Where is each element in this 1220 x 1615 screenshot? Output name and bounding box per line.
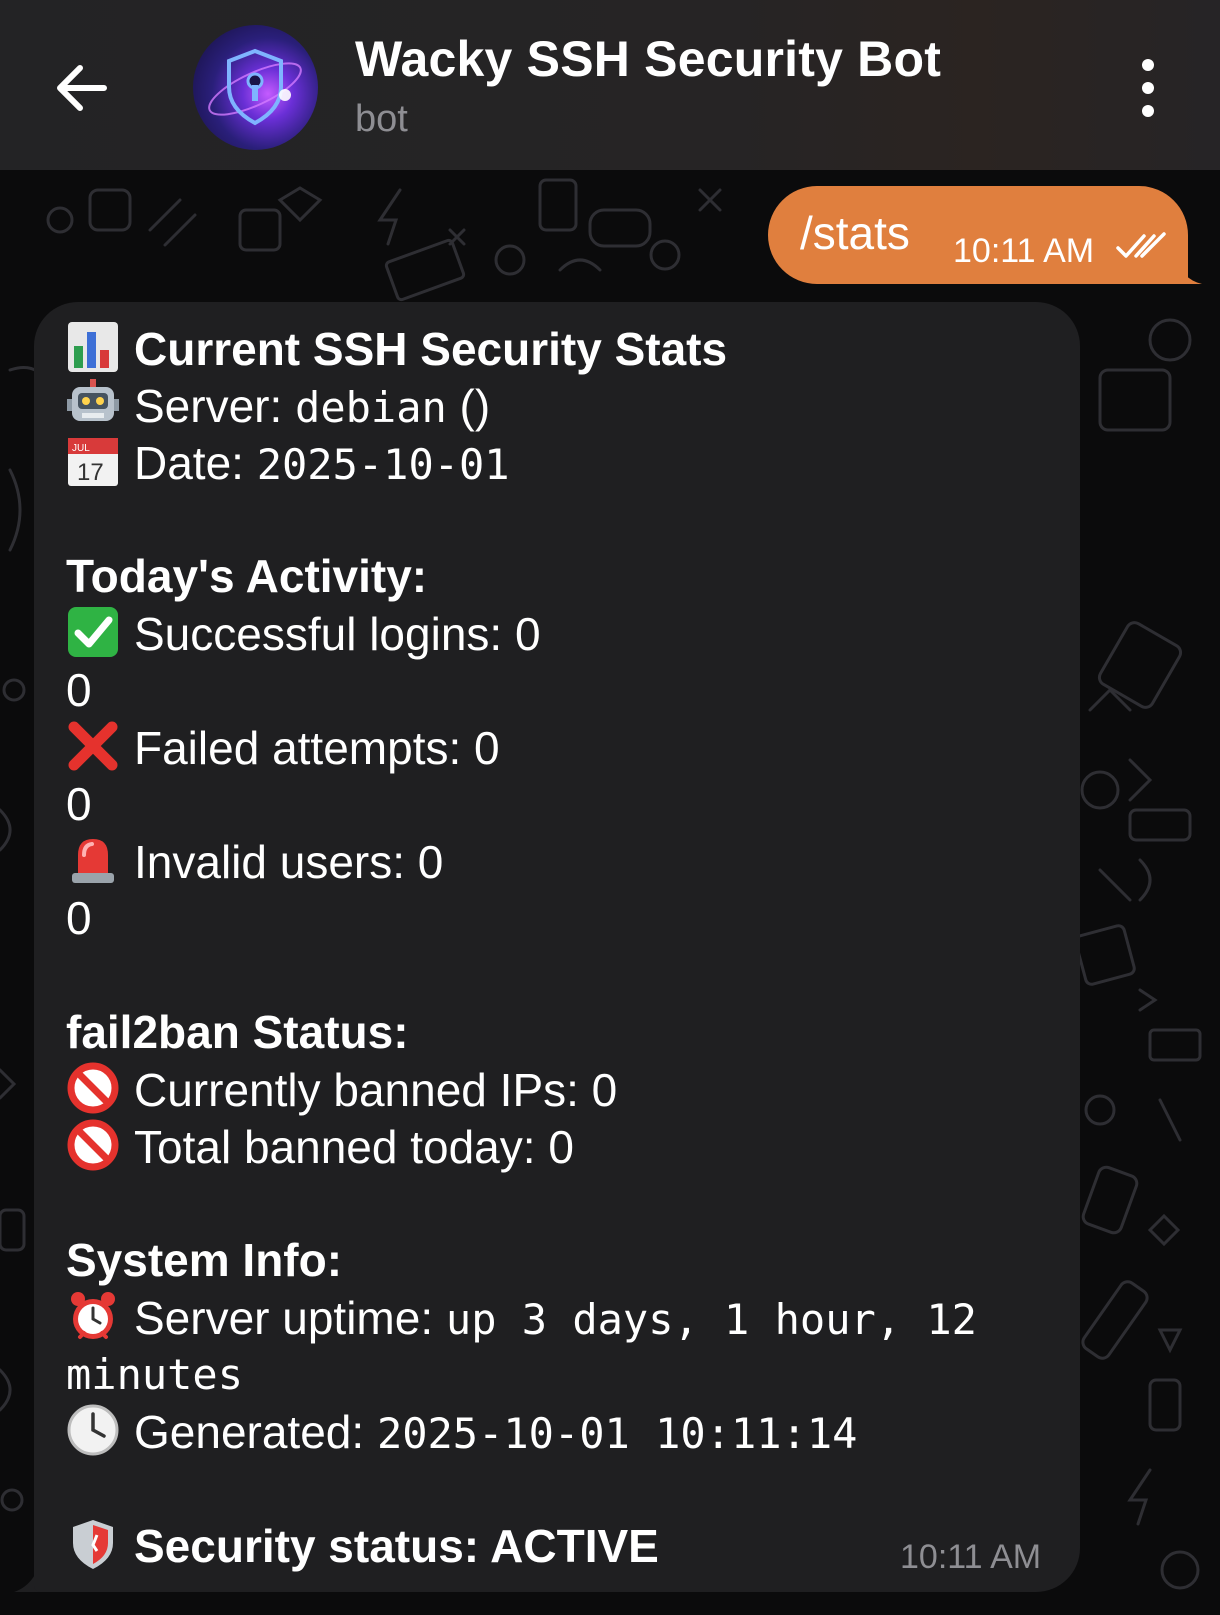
- uptime-line: Server uptime: up 3 days, 1 hour, 12: [66, 1289, 1066, 1346]
- siren-light-icon: [72, 839, 114, 883]
- robot-icon: [67, 379, 119, 421]
- stats-title: Current SSH Security Stats: [134, 323, 728, 375]
- invalid-users-extra: 0: [66, 892, 92, 944]
- outgoing-message-time: 10:11 AM: [953, 232, 1095, 270]
- successful-logins-line: Successful logins: 0: [66, 605, 1066, 662]
- outgoing-message[interactable]: /stats 10:11 AM: [768, 186, 1188, 284]
- invalid-users-line: Invalid users: 0: [66, 833, 1066, 890]
- svg-text:JUL: JUL: [72, 443, 90, 454]
- back-button[interactable]: [46, 50, 122, 126]
- alarm-clock-icon: [71, 1292, 115, 1339]
- bot-avatar[interactable]: [193, 25, 318, 150]
- back-arrow-icon: [57, 65, 107, 111]
- uptime-value-1: up 3 days, 1 hour, 12: [445, 1295, 977, 1344]
- server-line: Server: debian (): [66, 377, 1066, 434]
- bar-chart-icon: [68, 322, 118, 372]
- clock-icon: [67, 1404, 119, 1456]
- shield-icon: [208, 48, 302, 126]
- server-value: debian: [295, 383, 447, 432]
- check-mark-icon: [68, 607, 118, 657]
- svg-text:17: 17: [77, 459, 104, 486]
- more-vertical-icon: [1142, 59, 1154, 117]
- successful-logins: Successful logins: 0: [134, 608, 541, 660]
- failed-attempts: Failed attempts: 0: [134, 722, 500, 774]
- failed-attempts-extra: 0: [66, 778, 92, 830]
- chat-title[interactable]: Wacky SSH Security Bot: [355, 30, 941, 88]
- stats-title-line: Current SSH Security Stats: [66, 320, 1066, 377]
- stats-message-body: Current SSH Security Stats Server: debia…: [66, 320, 1066, 1574]
- uptime-value-2: minutes: [66, 1350, 244, 1399]
- server-label: Server:: [134, 380, 283, 432]
- server-suffix: (): [446, 380, 491, 432]
- chat-header: Wacky SSH Security Bot bot: [0, 0, 1220, 170]
- uptime-label: Server uptime:: [134, 1292, 434, 1344]
- incoming-message[interactable]: Current SSH Security Stats Server: debia…: [34, 302, 1080, 1592]
- chat-subtitle: bot: [355, 98, 408, 140]
- outgoing-message-text: /stats: [800, 207, 910, 259]
- total-banned: Total banned today: 0: [134, 1121, 574, 1173]
- cross-mark-icon: [68, 721, 118, 771]
- failed-attempts-line: Failed attempts: 0: [66, 719, 1066, 776]
- date-line: JUL 17 Date: 2025-10-01: [66, 434, 1066, 491]
- calendar-icon: JUL 17: [68, 438, 118, 486]
- currently-banned: Currently banned IPs: 0: [134, 1064, 618, 1116]
- incoming-message-time: 10:11 AM: [900, 1538, 1042, 1576]
- currently-banned-line: Currently banned IPs: 0: [66, 1061, 1066, 1118]
- generated-line: Generated: 2025-10-01 10:11:14: [66, 1403, 1066, 1460]
- date-label: Date:: [134, 437, 244, 489]
- date-value: 2025-10-01: [256, 440, 510, 489]
- shield-icon: [73, 1520, 113, 1569]
- invalid-users: Invalid users: 0: [134, 836, 444, 888]
- generated-value: 2025-10-01 10:11:14: [376, 1409, 858, 1458]
- double-check-icon: [1116, 232, 1166, 258]
- more-options-button[interactable]: [1128, 55, 1168, 125]
- prohibited-icon: [67, 1062, 119, 1114]
- security-status: Security status: ACTIVE: [134, 1520, 659, 1572]
- prohibited-icon: [67, 1119, 119, 1171]
- total-banned-line: Total banned today: 0: [66, 1118, 1066, 1175]
- activity-heading: Today's Activity:: [66, 550, 428, 602]
- fail2ban-heading: fail2ban Status:: [66, 1006, 409, 1058]
- generated-label: Generated:: [134, 1406, 365, 1458]
- successful-logins-extra: 0: [66, 664, 92, 716]
- system-heading: System Info:: [66, 1234, 343, 1286]
